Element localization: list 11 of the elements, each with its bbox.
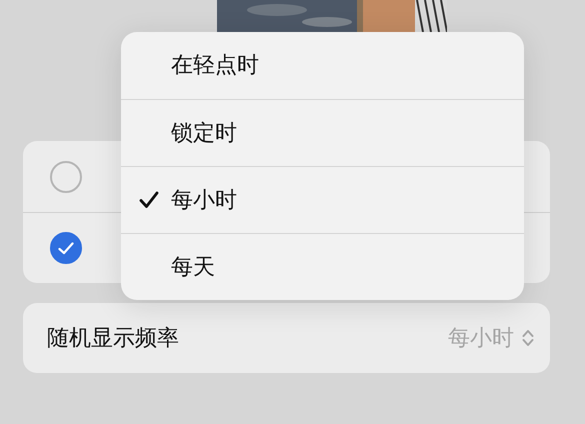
chevron-updown-icon [522,329,534,347]
radio-button[interactable] [50,232,82,264]
menu-item[interactable]: 锁定时 [121,99,524,166]
menu-item[interactable]: 在轻点时 [121,32,524,99]
row-value: 每小时 [448,324,514,352]
menu-item[interactable]: 每天 [121,233,524,300]
checkmark-icon [58,242,74,254]
settings-row[interactable]: 随机显示频率 每小时 [23,303,550,373]
menu-item[interactable]: 每小时 [121,166,524,233]
radio-button[interactable] [50,160,82,192]
row-label: 随机显示频率 [47,324,179,352]
